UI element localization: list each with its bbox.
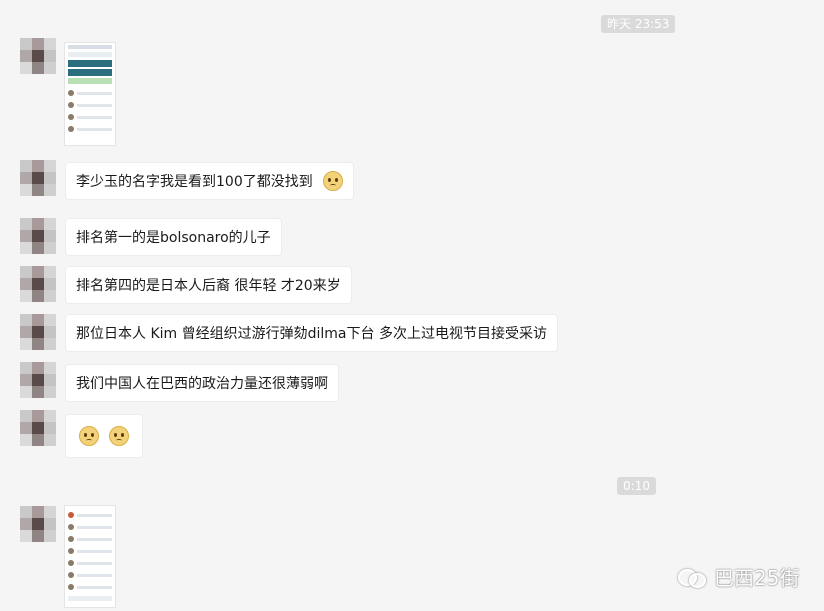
timestamp: 昨天 23:53: [601, 15, 676, 33]
avatar[interactable]: [20, 218, 56, 254]
avatar[interactable]: [20, 38, 56, 74]
message-bubble[interactable]: 我们中国人在巴西的政治力量还很薄弱啊: [65, 364, 339, 402]
message-text: 我们中国人在巴西的政治力量还很薄弱啊: [76, 376, 328, 392]
thumb-nav-bar: [68, 69, 112, 76]
thumb-header-bar: [68, 45, 112, 49]
thumb-list-item: [68, 560, 112, 566]
pleading-face-emoji-icon: [323, 170, 344, 191]
watermark: 巴西25街: [678, 562, 799, 591]
avatar[interactable]: [20, 266, 56, 302]
thumb-footer: [68, 596, 112, 601]
wechat-logo-icon: [678, 567, 708, 588]
thumb-list-item: [68, 102, 112, 108]
message-bubble[interactable]: 李少玉的名字我是看到100了都没找到: [65, 162, 355, 200]
avatar[interactable]: [20, 160, 56, 196]
avatar[interactable]: [20, 410, 56, 446]
image-message-thumbnail[interactable]: [64, 505, 116, 608]
pleading-face-emoji-icon: [79, 425, 99, 446]
timestamp: 0:10: [617, 477, 656, 495]
message-bubble[interactable]: 排名第一的是bolsonaro的儿子: [65, 218, 282, 256]
thumb-list-item: [68, 584, 112, 590]
avatar[interactable]: [20, 314, 56, 350]
thumb-highlight: [68, 78, 112, 84]
avatar[interactable]: [20, 506, 56, 542]
message-text: 排名第一的是bolsonaro的儿子: [76, 230, 271, 246]
watermark-text: 巴西25街: [714, 566, 800, 590]
message-text: 李少玉的名字我是看到100了都没找到: [76, 174, 313, 190]
thumb-list-item: [68, 524, 112, 530]
image-message-thumbnail[interactable]: [64, 42, 116, 146]
emoji-message-bubble[interactable]: [65, 414, 144, 458]
avatar[interactable]: [20, 362, 56, 398]
message-text: 那位日本人 Kim 曾经组织过游行弹劾dilma下台 多次上过电视节目接受采访: [76, 326, 547, 342]
thumb-list-item: [68, 126, 112, 132]
thumb-list-item: [68, 90, 112, 96]
thumb-header-text: [68, 52, 112, 57]
thumb-list-item: [68, 114, 112, 120]
thumb-list-item: [68, 572, 112, 578]
message-bubble[interactable]: 排名第四的是日本人后裔 很年轻 才20来岁: [65, 266, 352, 304]
thumb-list-item: [68, 512, 112, 518]
pleading-face-emoji-icon: [109, 425, 130, 446]
message-bubble[interactable]: 那位日本人 Kim 曾经组织过游行弹劾dilma下台 多次上过电视节目接受采访: [65, 314, 558, 352]
thumb-list-item: [68, 548, 112, 554]
thumb-list-item: [68, 536, 112, 542]
message-text: 排名第四的是日本人后裔 很年轻 才20来岁: [76, 278, 341, 294]
thumb-nav-bar: [68, 60, 112, 67]
